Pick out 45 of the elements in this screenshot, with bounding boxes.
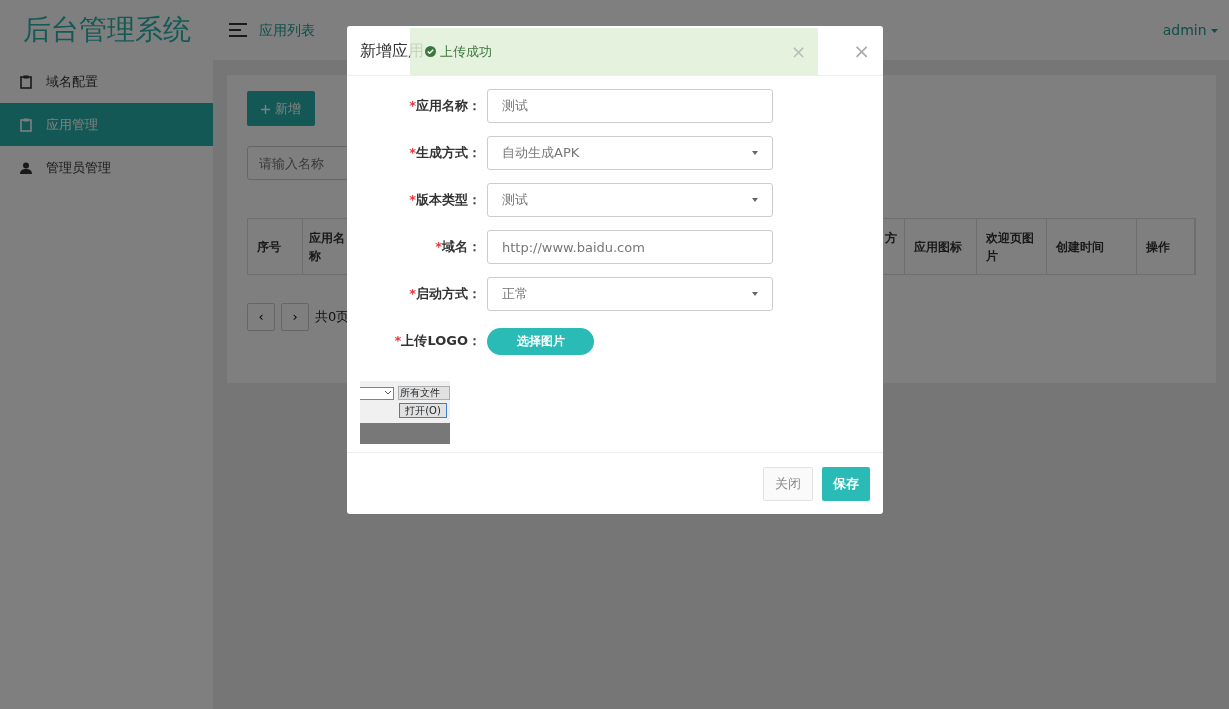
sidebar-item[interactable]: 域名配置 bbox=[0, 60, 213, 103]
sidebar-item[interactable]: 管理员管理 bbox=[0, 146, 213, 189]
caret-icon bbox=[752, 151, 758, 155]
save-button[interactable]: 保存 bbox=[822, 466, 870, 501]
field-label: *应用名称： bbox=[408, 97, 482, 116]
text-field[interactable]: http://www.baidu.com bbox=[487, 230, 773, 264]
column-header: 创建时间 bbox=[1056, 238, 1104, 256]
field-label: *生成方式： bbox=[408, 144, 482, 163]
select-field[interactable]: 测试 bbox=[487, 183, 773, 217]
prev-page-button[interactable]: ‹ bbox=[247, 303, 275, 331]
close-button[interactable]: 关闭 bbox=[763, 466, 813, 501]
column-header: 应用名称 bbox=[309, 229, 346, 265]
text-field[interactable]: 测试 bbox=[487, 89, 773, 123]
field-label: *启动方式： bbox=[408, 285, 482, 304]
column-header: 应用图标 bbox=[914, 238, 962, 256]
check-icon bbox=[425, 46, 436, 57]
column-header: 欢迎页图片 bbox=[986, 229, 1035, 265]
page-summary: 共0页 bbox=[315, 308, 350, 327]
menu-icon[interactable] bbox=[229, 23, 247, 37]
page-title[interactable]: 应用列表 bbox=[259, 19, 315, 41]
select-field[interactable]: 正常 bbox=[487, 277, 773, 311]
select-field[interactable]: 自动生成APK bbox=[487, 136, 773, 170]
toast-message: 上传成功 bbox=[440, 42, 492, 61]
clipboard-icon bbox=[20, 74, 32, 89]
column-header: 序号 bbox=[257, 238, 281, 256]
clipboard-icon bbox=[20, 117, 32, 132]
field-label: *域名： bbox=[434, 238, 482, 257]
field-label: *版本类型： bbox=[408, 191, 482, 210]
close-button[interactable]: × bbox=[853, 35, 870, 66]
modal-title: 新增应用 bbox=[360, 39, 424, 62]
field-label: *上传LOGO： bbox=[393, 332, 482, 351]
caret-icon bbox=[752, 198, 758, 202]
column-header: 方 bbox=[885, 230, 897, 247]
caret-icon bbox=[752, 292, 758, 296]
column-header: 操作 bbox=[1146, 238, 1170, 256]
file-type-field: 所有文件 bbox=[398, 386, 450, 400]
user-menu[interactable]: admin bbox=[1162, 19, 1218, 41]
next-page-button[interactable]: › bbox=[281, 303, 309, 331]
logo-text: 后台管理系统 bbox=[21, 12, 192, 48]
dropdown-field bbox=[360, 387, 394, 400]
choose-image-button[interactable]: 选择图片 bbox=[487, 327, 594, 355]
person-icon bbox=[20, 161, 32, 174]
caret-icon bbox=[1211, 28, 1218, 33]
chevron-icon bbox=[385, 391, 391, 395]
plus-icon bbox=[261, 104, 271, 114]
